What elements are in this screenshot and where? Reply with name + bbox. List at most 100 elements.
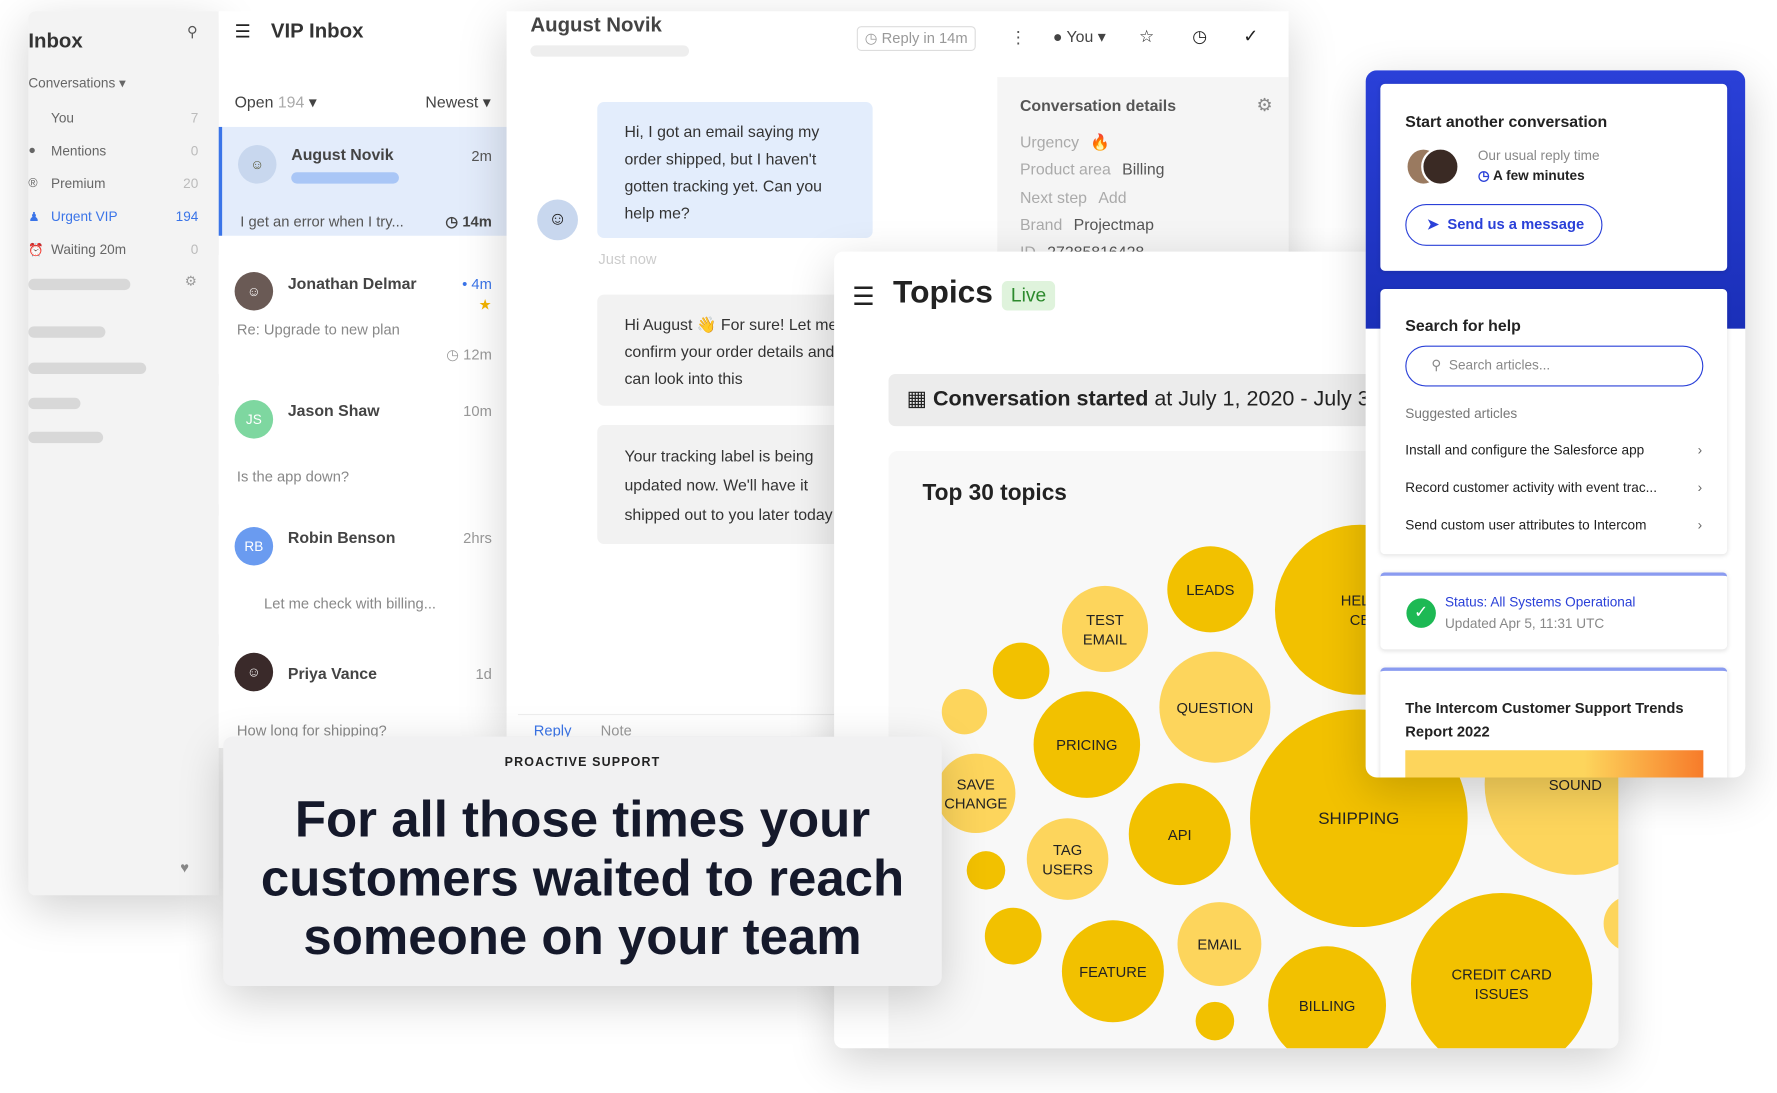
topic-bubble[interactable]: BILLING — [1268, 946, 1387, 1049]
detail-value[interactable]: Add — [1098, 188, 1126, 206]
placeholder: Search articles... — [1448, 356, 1551, 373]
sla-timer: ◷ 12m — [446, 345, 492, 363]
snooze-icon[interactable]: ◷ — [1192, 26, 1207, 46]
send-message-button[interactable]: ➤ Send us a message — [1405, 203, 1603, 246]
sidebar-item-waiting[interactable]: ⏰ Waiting 20m 0 — [28, 238, 198, 261]
detail-value[interactable]: Projectmap — [1074, 215, 1154, 233]
topic-bubble[interactable]: TEST EMAIL — [1061, 585, 1149, 673]
topic-bubble[interactable] — [984, 907, 1042, 965]
proactive-support-card: PROACTIVE SUPPORT For all those times yo… — [223, 736, 942, 986]
team-icon: ♟ — [28, 210, 40, 224]
topic-bubble[interactable] — [941, 689, 988, 735]
topic-bubble[interactable]: SAVE CHANGE — [936, 753, 1016, 833]
item-count: 7 — [190, 109, 199, 126]
assignee-dropdown[interactable]: ● You ▾ — [1053, 27, 1106, 46]
list-item[interactable]: ☺ August Novik 2m I get an error when I … — [218, 126, 507, 236]
star-icon[interactable]: ★ — [479, 296, 492, 314]
item-label: You — [50, 109, 74, 126]
detail-row: Brand Projectmap — [1020, 215, 1154, 233]
sidebar-item-mentions[interactable]: ● Mentions 0 — [28, 139, 198, 162]
detail-value[interactable]: Billing — [1122, 160, 1164, 178]
gear-icon[interactable]: ⚙ — [185, 273, 197, 289]
topic-bubble[interactable]: CREDIT CARD ISSUES — [1410, 893, 1593, 1049]
sort-dropdown[interactable]: Newest ▾ — [425, 93, 490, 112]
topic-bubble[interactable]: TAG USERS — [1026, 818, 1109, 900]
list-item[interactable]: ☺ Priya Vance 1d How long for shipping? — [218, 645, 507, 748]
bubble-mark — [941, 689, 988, 735]
status-text[interactable]: Status: All Systems Operational — [1445, 594, 1635, 610]
article-link[interactable]: Send custom user attributes to Intercom › — [1405, 517, 1702, 533]
placeholder-bar — [28, 397, 81, 410]
preview: Let me check with billing... — [264, 594, 437, 612]
bubble-mark — [992, 642, 1050, 700]
menu-icon[interactable]: ☰ — [235, 20, 251, 43]
topic-bubble[interactable] — [1603, 895, 1619, 952]
status-filter[interactable]: Open 194 ▾ — [235, 93, 317, 112]
contact-name: Jonathan Delmar — [287, 274, 417, 293]
date-label: Conversation started — [932, 387, 1149, 412]
sidebar-item-urgent-vip[interactable]: ♟ Urgent VIP 194 — [28, 205, 198, 228]
time: • 4m — [462, 275, 492, 293]
more-icon[interactable]: ⋮ — [1010, 27, 1027, 47]
placeholder-bar — [28, 362, 147, 374]
star-icon[interactable]: ☆ — [1139, 26, 1154, 46]
topic-bubble[interactable]: PRICING — [1033, 691, 1141, 798]
bubble-label: PRICING — [1056, 738, 1117, 754]
item-label: Urgent VIP — [50, 208, 118, 225]
topic-bubble[interactable]: FEATURE — [1061, 920, 1164, 1023]
detail-label: Brand — [1019, 215, 1063, 234]
topic-bubble[interactable] — [992, 642, 1050, 700]
team-avatars — [1405, 147, 1462, 186]
date-range: at July 1, 2020 - July 3 — [1154, 387, 1370, 412]
search-icon: ⚲ — [1431, 356, 1442, 373]
contact-name: Priya Vance — [287, 664, 377, 683]
detail-value[interactable]: 🔥 — [1090, 133, 1110, 151]
live-badge: Live — [1001, 281, 1056, 311]
time-value: 4m — [471, 275, 492, 293]
chevron-right-icon: › — [1697, 479, 1703, 496]
list-item[interactable]: JS Jason Shaw 10m Is the app down? — [218, 385, 507, 505]
item-count: 20 — [183, 175, 199, 192]
report-image — [1405, 750, 1704, 778]
search-articles-input[interactable]: ⚲ Search articles... — [1405, 345, 1704, 387]
close-conversation-icon[interactable]: ✓ — [1243, 25, 1258, 48]
topic-bubble[interactable]: API — [1128, 783, 1231, 886]
bubble-mark — [984, 907, 1042, 965]
composer-tabs: Reply Note — [517, 713, 847, 739]
check-icon: ✓ — [1406, 598, 1436, 628]
sidebar-item-you[interactable]: You 7 — [28, 107, 198, 130]
reply-timer-badge[interactable]: ◷ Reply in 14m — [856, 26, 976, 51]
clock-icon: ◷ — [1477, 167, 1490, 184]
filter-label: Open — [234, 92, 274, 112]
topic-bubble[interactable] — [966, 851, 1006, 890]
detail-row: Next step Add — [1020, 188, 1127, 206]
article-link[interactable]: Install and configure the Salesforce app… — [1405, 442, 1702, 458]
avatar: ☺ — [234, 271, 274, 311]
time: 2m — [471, 147, 492, 165]
search-icon[interactable]: ⚲ — [187, 23, 198, 41]
topic-bubble[interactable]: EMAIL — [1177, 902, 1262, 986]
conversation-details: Conversation details ⚙ Urgency 🔥 Product … — [997, 77, 1289, 261]
gear-icon[interactable]: ⚙ — [1256, 94, 1272, 117]
list-title: VIP Inbox — [270, 19, 364, 42]
status-card[interactable]: ✓ Status: All Systems Operational Update… — [1380, 572, 1728, 650]
list-item[interactable]: ☺ Jonathan Delmar • 4m ★ Re: Upgrade to … — [218, 254, 507, 374]
topic-bubble[interactable] — [1195, 1001, 1235, 1041]
heart-icon[interactable]: ♥ — [180, 859, 189, 876]
article-title: Install and configure the Salesforce app — [1405, 441, 1645, 458]
topic-bubble[interactable]: LEADS — [1167, 546, 1254, 633]
conversations-section[interactable]: Conversations ▾ — [28, 75, 126, 91]
list-item[interactable]: RB Robin Benson 2hrs Let me check with b… — [218, 515, 507, 635]
preview: I get an error when I try... — [240, 213, 404, 231]
messenger-widget: Start another conversation Our usual rep… — [1365, 70, 1746, 778]
sidebar-item-premium[interactable]: ® Premium 20 — [28, 172, 198, 195]
customer-avatar: ☺ — [537, 199, 578, 241]
menu-icon[interactable]: ☰ — [852, 282, 874, 311]
placeholder-bar — [291, 172, 399, 184]
topic-bubble[interactable]: QUESTION — [1159, 651, 1271, 763]
bubble-label: EMAIL — [1197, 938, 1241, 954]
report-card[interactable]: The Intercom Customer Support Trends Rep… — [1380, 667, 1728, 778]
article-link[interactable]: Record customer activity with event trac… — [1405, 479, 1702, 495]
button-label: Send us a message — [1447, 215, 1585, 233]
bubble-label: CHANGE — [944, 797, 1007, 813]
